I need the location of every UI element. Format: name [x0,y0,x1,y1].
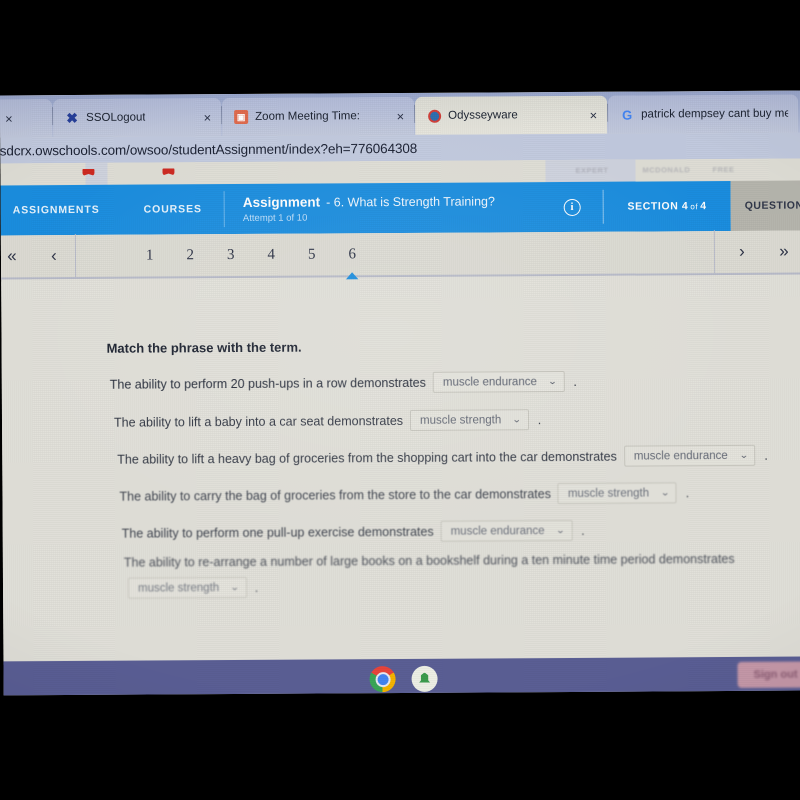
pager-prev-button[interactable]: ‹ [33,246,75,266]
match-row-2: The ability to lift a baby into a car se… [114,409,541,433]
sentence-period: . [685,485,690,500]
pager-page-6[interactable]: 6 [348,246,356,263]
chrome-icon[interactable] [369,666,396,693]
sentence-period: . [573,374,577,389]
browser-tab-odysseyware[interactable]: Odysseyware × [415,95,608,135]
tab-close-icon[interactable]: × [5,111,13,126]
pager-next-button[interactable]: › [721,242,763,262]
sentence-period: . [764,448,768,463]
chevron-down-icon: ⌄ [230,581,240,593]
section-total: 4 [700,200,707,213]
url-text: usdcrx.owschools.com/owsoo/studentAssign… [0,140,418,158]
chromeos-shelf: Sign out [0,656,800,696]
nav-item-courses[interactable]: COURSES [122,203,224,216]
chevron-down-icon: ⌄ [555,524,566,536]
question-pager: « ‹ 1 2 3 4 5 6 › » [0,229,800,280]
bookmark-label[interactable]: MCDONALD [642,165,690,174]
match-phrase: The ability to re-arrange a number of la… [123,551,735,570]
bell-icon[interactable] [411,665,438,692]
question-body: Match the phrase with the term. The abil… [1,276,800,662]
section-prefix: SECTION [627,200,679,213]
assignment-label: Assignment [242,193,321,210]
pager-page-2[interactable]: 2 [186,247,194,264]
tab-close-icon[interactable]: × [397,108,405,123]
question-indicator: QUESTION 6 of [730,180,800,231]
pager-page-1[interactable]: 1 [146,247,154,264]
x-logo-icon: ✖ [66,109,79,126]
match-phrase: The ability to lift a heavy bag of groce… [117,449,617,467]
tab-close-icon[interactable]: × [204,110,212,125]
zoom-icon: ▣ [234,109,249,125]
answer-select-6[interactable]: muscle strength ⌄ [127,576,247,599]
answer-select-2[interactable]: muscle strength ⌄ [409,409,529,431]
bookmark-label[interactable]: FREE [712,165,734,174]
answer-value: muscle endurance [450,524,545,538]
question-prompt: Match the phrase with the term. [106,339,302,356]
answer-select-1[interactable]: muscle endurance ⌄ [432,371,565,393]
match-phrase: The ability to carry the bag of grocerie… [119,486,551,504]
section-of: of [690,201,699,211]
pager-number-list: 1 2 3 4 5 6 [74,230,715,278]
sentence-period: . [581,523,585,538]
bookmark-marker-icon[interactable] [162,168,174,175]
match-row-4: The ability to carry the bag of grocerie… [119,482,689,506]
answer-select-3[interactable]: muscle endurance ⌄ [623,444,756,467]
chevron-down-icon: ⌄ [660,487,670,498]
tab-close-icon[interactable]: × [589,107,597,122]
pager-page-4[interactable]: 4 [267,246,275,263]
chevron-down-icon: ⌄ [512,414,522,425]
answer-value: muscle strength [567,486,650,500]
answer-select-5[interactable]: muscle endurance ⌄ [440,519,573,542]
section-current: 4 [681,200,689,213]
match-row-3: The ability to lift a heavy bag of groce… [117,444,768,470]
section-indicator: SECTION 4 of 4 [602,188,731,224]
sign-out-button[interactable]: Sign out [737,661,800,688]
browser-tab-zoom[interactable]: ▣ Zoom Meeting Time: × [222,96,415,137]
pager-right-controls: › » [713,229,800,275]
odysseyware-icon [427,109,441,123]
chevron-down-icon: ⌄ [738,449,749,460]
tab-title: SSOLogout [86,111,146,124]
match-row-6: The ability to re-arrange a number of la… [123,551,735,599]
sentence-period: . [254,580,259,595]
answer-value: muscle endurance [633,449,728,463]
browser-tab-ssologout[interactable]: ✖ SSOLogout × [53,98,222,138]
google-icon: G [622,107,633,123]
chevron-down-icon: ⌄ [547,376,558,387]
match-phrase: The ability to perform one pull-up exerc… [121,524,434,541]
pager-page-3[interactable]: 3 [227,247,235,264]
tab-title: Zoom Meeting Time: [255,110,361,123]
match-phrase: The ability to lift a baby into a car se… [113,413,404,430]
pager-page-5[interactable]: 5 [308,246,316,263]
answer-value: muscle strength [137,581,220,595]
browser-tab-strip: × ✖ SSOLogout × ▣ Zoom Meeting Time: × O… [0,90,800,138]
bookmark-label[interactable]: EXPERT [575,166,608,175]
answer-value: muscle strength [420,413,502,427]
assignment-title: - 6. What is Strength Training? [326,193,495,209]
assignment-info: Assignment - 6. What is Strength Trainin… [223,189,564,228]
pager-first-button[interactable]: « [0,246,33,266]
odysseyware-header: ASSIGNMENTS COURSES Assignment - 6. What… [0,180,731,236]
photographed-screen: × ✖ SSOLogout × ▣ Zoom Meeting Time: × O… [0,90,800,696]
attempt-counter: Attempt 1 of 10 [242,212,308,224]
match-phrase: The ability to perform 20 push-ups in a … [109,375,426,392]
answer-value: muscle endurance [442,375,537,389]
match-row-5: The ability to perform one pull-up exerc… [121,519,585,544]
browser-tab-google-search[interactable]: G patrick dempsey cant buy me [608,94,799,134]
tab-title: Odysseyware [448,109,518,122]
match-row-1: The ability to perform 20 push-ups in a … [110,371,577,395]
info-icon[interactable]: i [563,198,581,216]
pager-last-button[interactable]: » [763,242,800,262]
tab-title: patrick dempsey cant buy me [641,107,789,121]
nav-item-assignments[interactable]: ASSIGNMENTS [0,204,122,217]
browser-tab-0[interactable]: × [0,99,53,138]
sentence-period: . [537,412,542,427]
answer-select-4[interactable]: muscle strength ⌄ [557,482,677,505]
